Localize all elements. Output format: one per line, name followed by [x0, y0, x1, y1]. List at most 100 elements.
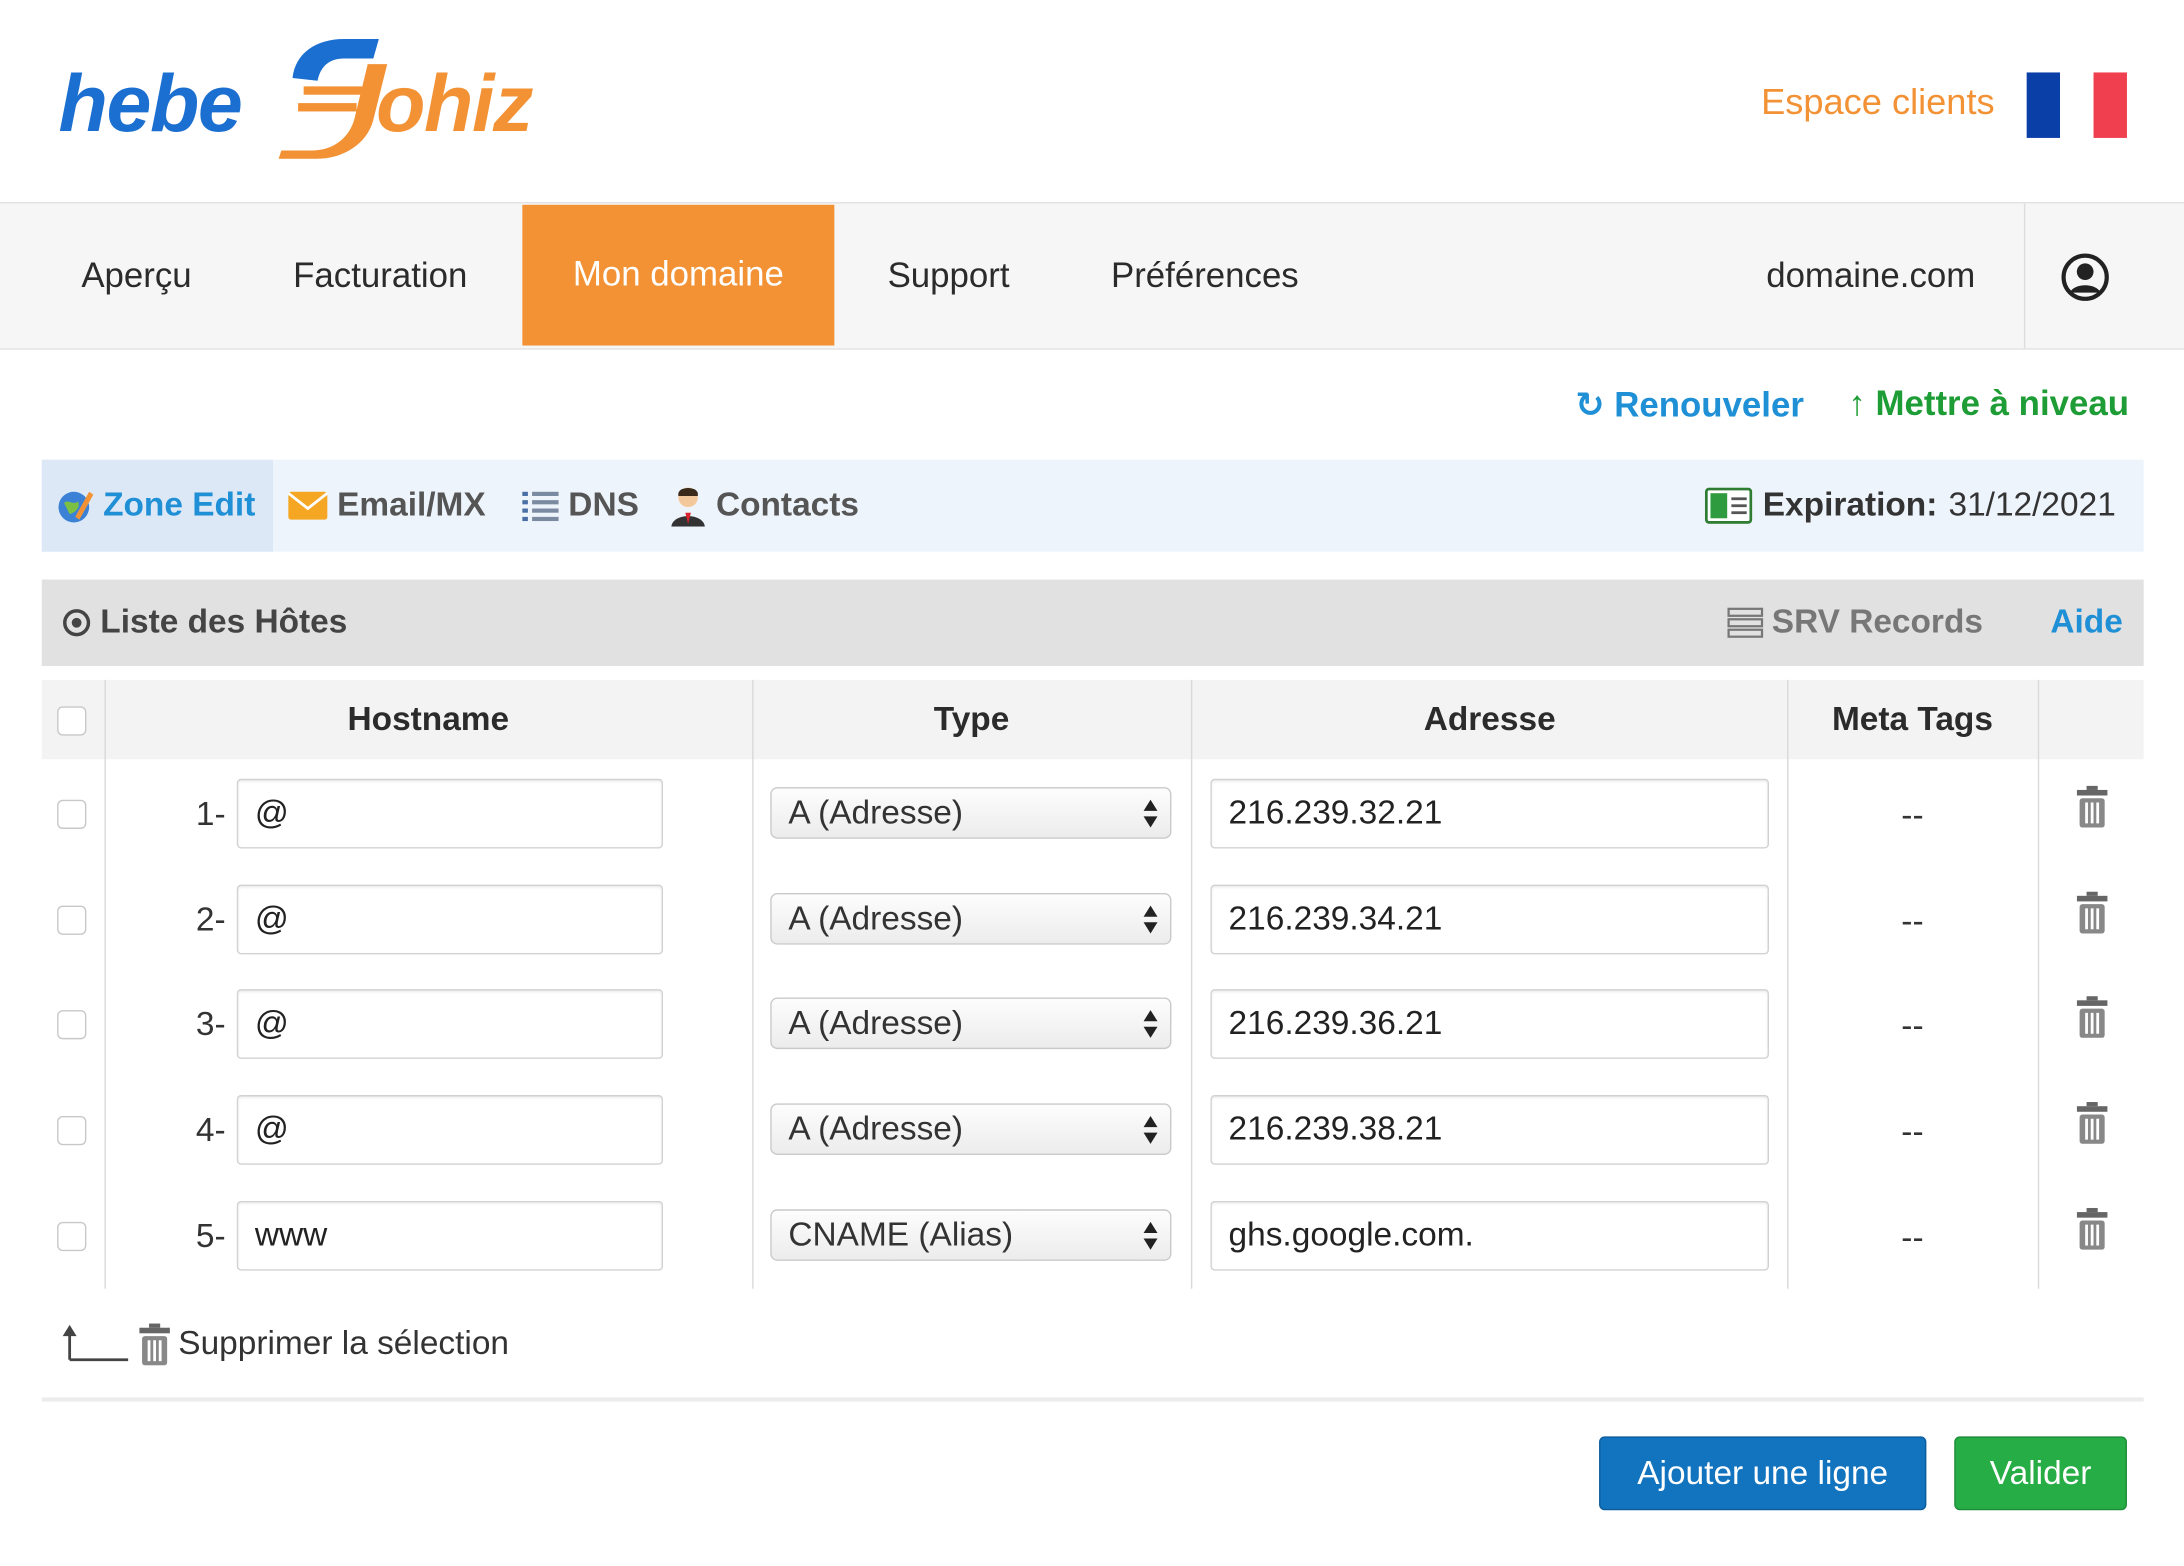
tab-email-mx[interactable]: Email/MX: [287, 460, 486, 552]
row-number: 4-: [195, 1111, 226, 1150]
select-arrows-icon: [1143, 1115, 1158, 1144]
tab-zone-edit-label: Zone Edit: [103, 486, 256, 524]
hosts-table-header: Hostname Type Adresse Meta Tags: [41, 679, 2144, 760]
select-arrows-icon: [1143, 1221, 1158, 1250]
trash-icon: [139, 1323, 170, 1366]
address-input[interactable]: [1210, 1200, 1769, 1271]
delete-selection-link[interactable]: Supprimer la sélection: [59, 1317, 510, 1373]
expiration-label: Expiration:: [1762, 486, 1938, 524]
target-icon: [63, 609, 91, 637]
address-input[interactable]: [1210, 1095, 1769, 1165]
select-arrows-icon: [1143, 905, 1158, 934]
trash-icon[interactable]: [2076, 1207, 2108, 1250]
meta-tags-value: --: [1901, 796, 1924, 835]
hostname-input[interactable]: [236, 778, 664, 849]
column-address: Adresse: [1423, 700, 1556, 739]
trash-icon[interactable]: [2076, 785, 2108, 828]
row-checkbox[interactable]: [57, 1221, 87, 1252]
address-input[interactable]: [1210, 884, 1769, 955]
row-checkbox[interactable]: [57, 905, 87, 935]
column-divider: [1190, 679, 1193, 1289]
row-checkbox[interactable]: [57, 799, 87, 829]
user-circle-icon[interactable]: [2060, 252, 2110, 302]
expiration-date: 31/12/2021: [1948, 486, 2116, 524]
type-select-value: A (Adresse): [788, 900, 964, 938]
hostname-input[interactable]: [236, 989, 664, 1059]
hebergeur-logo[interactable]: hebe ohiz: [59, 39, 560, 159]
id-card-icon: [1704, 487, 1752, 524]
expiration-info: Expiration: 31/12/2021: [1704, 460, 2116, 552]
type-select[interactable]: A (Adresse): [770, 997, 1172, 1050]
nav-item-apercu[interactable]: Aperçu: [53, 203, 220, 348]
select-arrows-icon: [1143, 799, 1158, 828]
row-checkbox[interactable]: [57, 1010, 87, 1040]
domain-tabs: Zone Edit Email/MX DNS Contacts Expirati…: [41, 459, 2144, 552]
column-divider: [104, 679, 106, 1289]
current-domain[interactable]: domaine.com: [1766, 203, 1975, 348]
hostname-input[interactable]: [236, 1200, 664, 1271]
renew-label: Renouveler: [1614, 385, 1804, 425]
trash-icon[interactable]: [2076, 1102, 2108, 1144]
nav-item-preferences[interactable]: Préférences: [1084, 203, 1326, 348]
validate-button[interactable]: Valider: [1954, 1436, 2127, 1511]
row-number: 3-: [195, 1005, 226, 1044]
type-select[interactable]: CNAME (Alias): [770, 1209, 1172, 1261]
trash-icon[interactable]: [2076, 891, 2108, 934]
type-select-value: A (Adresse): [788, 1110, 964, 1148]
nav-item-mon-domaine[interactable]: Mon domaine: [522, 204, 835, 346]
srv-records-label: SRV Records: [1771, 603, 1983, 641]
tab-dns[interactable]: DNS: [521, 460, 639, 552]
meta-tags-value: --: [1901, 902, 1924, 941]
main-nav: Aperçu Facturation Mon domaine Support P…: [0, 202, 2184, 350]
row-number: 5-: [195, 1217, 226, 1256]
renew-link[interactable]: ↻ Renouveler: [1575, 385, 1804, 427]
tab-contacts-label: Contacts: [715, 486, 859, 524]
svg-text:ohiz: ohiz: [376, 59, 533, 149]
select-arrows-icon: [1143, 1010, 1158, 1038]
upgrade-link[interactable]: ↑ Mettre à niveau: [1848, 385, 2129, 425]
hostname-input[interactable]: [236, 1095, 664, 1165]
help-link[interactable]: Aide: [2050, 580, 2122, 666]
nav-item-facturation[interactable]: Facturation: [262, 203, 499, 348]
french-flag-icon[interactable]: [2026, 72, 2127, 138]
hosts-section-bar: Liste des Hôtes SRV Records Aide: [41, 579, 2144, 666]
row-number: 1-: [195, 795, 226, 834]
select-all-checkbox[interactable]: [57, 706, 87, 736]
type-select[interactable]: A (Adresse): [770, 893, 1172, 945]
tab-zone-edit[interactable]: Zone Edit: [41, 459, 274, 552]
nav-item-support[interactable]: Support: [861, 203, 1037, 348]
type-select-value: A (Adresse): [788, 1004, 964, 1043]
type-select[interactable]: A (Adresse): [770, 1103, 1172, 1155]
delete-selection-label: Supprimer la sélection: [178, 1324, 510, 1363]
meta-tags-value: --: [1901, 1007, 1924, 1045]
add-row-button[interactable]: Ajouter une ligne: [1599, 1436, 1927, 1511]
row-checkbox[interactable]: [57, 1115, 87, 1146]
srv-records-link[interactable]: SRV Records: [1727, 580, 1983, 666]
column-meta-tags: Meta Tags: [1831, 700, 1993, 739]
upgrade-label: Mettre à niveau: [1875, 384, 2130, 424]
hostname-input[interactable]: [236, 884, 664, 955]
column-divider: [752, 679, 754, 1289]
type-select-value: A (Adresse): [788, 794, 964, 832]
envelope-icon: [287, 491, 329, 520]
column-divider: [1787, 679, 1789, 1289]
client-space-link[interactable]: Espace clients: [1761, 81, 1995, 124]
zone-edit-icon: [58, 491, 94, 523]
meta-tags-value: --: [1901, 1113, 1924, 1151]
type-select[interactable]: A (Adresse): [770, 787, 1172, 839]
refresh-icon: ↻: [1575, 385, 1605, 425]
svg-text:hebe: hebe: [59, 59, 242, 149]
trash-icon[interactable]: [2076, 996, 2108, 1038]
column-type: Type: [933, 700, 1010, 739]
corner-arrow-icon: [62, 1324, 129, 1362]
section-title-label: Liste des Hôtes: [100, 603, 348, 641]
column-divider: [2037, 679, 2040, 1289]
type-select-value: CNAME (Alias): [788, 1216, 1014, 1254]
divider: [41, 1397, 2144, 1402]
address-input[interactable]: [1210, 989, 1769, 1059]
person-icon: [671, 487, 705, 527]
tab-contacts[interactable]: Contacts: [669, 460, 859, 552]
header: hebe ohiz Espace clients: [0, 0, 2184, 203]
address-input[interactable]: [1210, 778, 1769, 849]
nav-divider: [2023, 203, 2026, 349]
